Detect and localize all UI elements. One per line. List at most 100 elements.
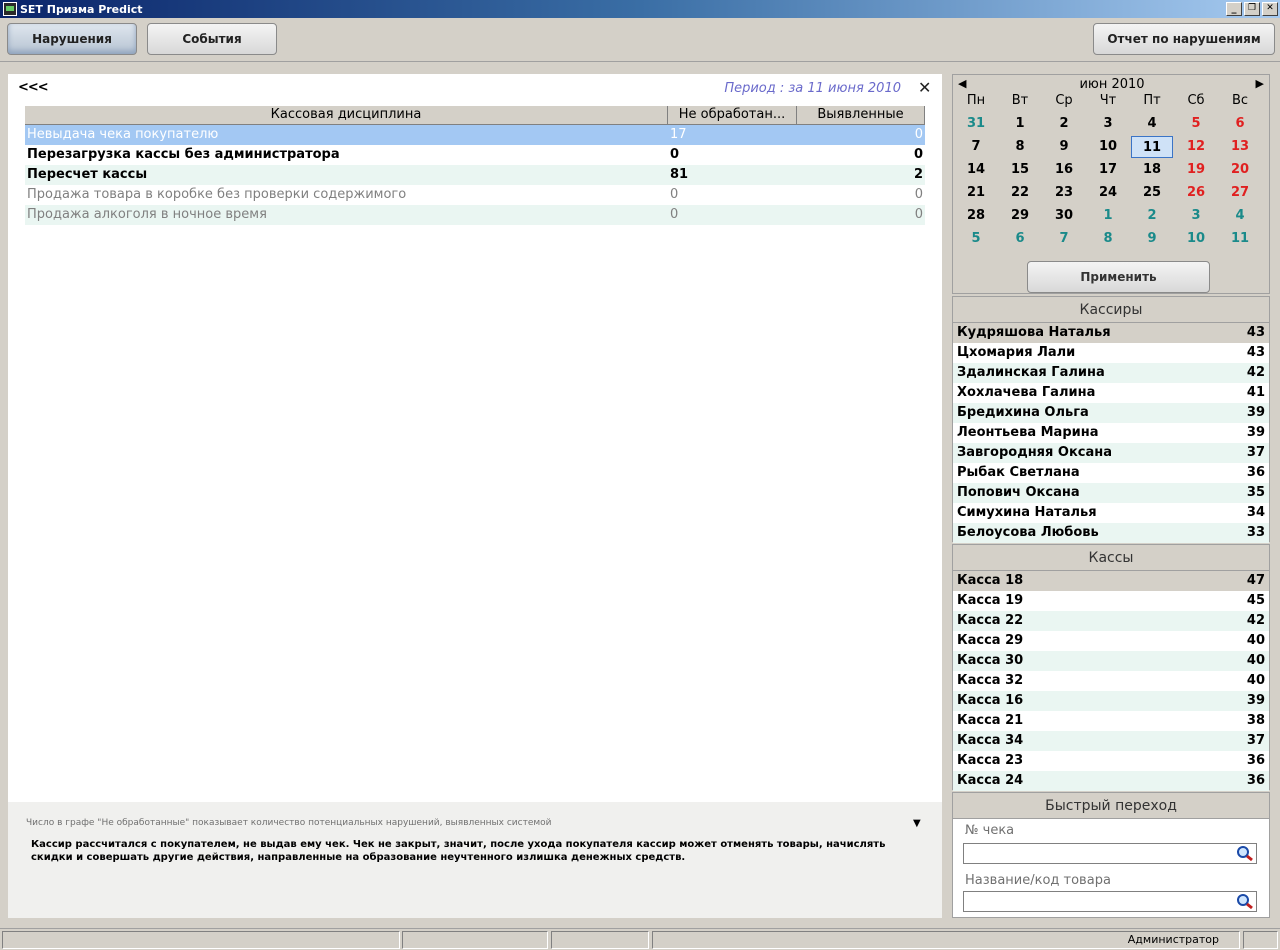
list-item[interactable]: Цхомария Лали 43 [953, 343, 1269, 363]
calendar-day[interactable]: 7 [1044, 228, 1084, 250]
calendar-day[interactable]: 12 [1176, 136, 1216, 158]
calendar-day[interactable]: 19 [1176, 159, 1216, 181]
table-row[interactable]: Перезагрузка кассы без администратора 0 … [25, 145, 925, 165]
list-item[interactable]: Хохлачева Галина 41 [953, 383, 1269, 403]
column-header-found[interactable]: Выявленные [797, 106, 925, 124]
list-item-count: 37 [1246, 445, 1265, 460]
calendar-day[interactable]: 3 [1176, 205, 1216, 227]
calendar-day[interactable]: 30 [1044, 205, 1084, 227]
toolbar: Нарушения События Отчет по нарушениям [0, 18, 1280, 62]
list-item[interactable]: Касса 29 40 [953, 631, 1269, 651]
calendar-day[interactable]: 15 [1000, 159, 1040, 181]
list-item[interactable]: Леонтьева Марина 39 [953, 423, 1269, 443]
list-item[interactable]: Касса 19 45 [953, 591, 1269, 611]
apply-button[interactable]: Применить [1027, 261, 1210, 293]
list-item[interactable]: Касса 30 40 [953, 651, 1269, 671]
minimize-button[interactable]: _ [1226, 2, 1242, 16]
calendar-day[interactable]: 21 [956, 182, 996, 204]
weekday-label: Вт [1011, 93, 1029, 108]
list-item-name: Кудряшова Наталья [957, 325, 1111, 340]
calendar-day[interactable]: 26 [1176, 182, 1216, 204]
calendar-day[interactable]: 29 [1000, 205, 1040, 227]
calendar-day[interactable]: 28 [956, 205, 996, 227]
list-item[interactable]: Касса 32 40 [953, 671, 1269, 691]
calendar-day[interactable]: 17 [1088, 159, 1128, 181]
search-icon[interactable] [1236, 893, 1254, 910]
list-item-name: Леонтьева Марина [957, 425, 1099, 440]
close-window-button[interactable]: ✕ [1262, 2, 1278, 16]
calendar-day[interactable]: 4 [1220, 205, 1260, 227]
calendar-day[interactable]: 22 [1000, 182, 1040, 204]
restore-button[interactable]: ❐ [1244, 2, 1260, 16]
list-item[interactable]: Здалинская Галина 42 [953, 363, 1269, 383]
calendar-day[interactable]: 25 [1132, 182, 1172, 204]
list-item[interactable]: Касса 24 36 [953, 771, 1269, 791]
list-item[interactable]: Касса 16 39 [953, 691, 1269, 711]
calendar-day[interactable]: 11 [1131, 136, 1173, 158]
calendar-day[interactable]: 5 [1176, 113, 1216, 135]
calendar-day[interactable]: 9 [1132, 228, 1172, 250]
list-item[interactable]: Попович Оксана 35 [953, 483, 1269, 503]
violations-button[interactable]: Нарушения [7, 23, 137, 55]
list-item-count: 40 [1246, 673, 1265, 688]
collapse-arrow-icon[interactable]: ▼ [913, 818, 921, 829]
calendar-day[interactable]: 13 [1220, 136, 1260, 158]
calendar-day[interactable]: 10 [1176, 228, 1216, 250]
calendar-day[interactable]: 11 [1220, 228, 1260, 250]
list-item[interactable]: Симухина Наталья 34 [953, 503, 1269, 523]
calendar-day[interactable]: 10 [1088, 136, 1128, 158]
list-item[interactable]: Касса 23 36 [953, 751, 1269, 771]
back-button[interactable]: <<< [18, 80, 49, 95]
table-row[interactable]: Пересчет кассы 81 2 [25, 165, 925, 185]
list-item[interactable]: Касса 21 38 [953, 711, 1269, 731]
window-title: SET Призма Predict [20, 2, 143, 16]
calendar-day[interactable]: 20 [1220, 159, 1260, 181]
search-icon[interactable] [1236, 845, 1254, 862]
calendar-day[interactable]: 2 [1132, 205, 1172, 227]
events-button[interactable]: События [147, 23, 277, 55]
calendar-day[interactable]: 9 [1044, 136, 1084, 158]
calendar-day[interactable]: 1 [1000, 113, 1040, 135]
list-item-count: 39 [1246, 425, 1265, 440]
calendar-day[interactable]: 7 [956, 136, 996, 158]
status-panel-1 [2, 931, 400, 949]
violations-panel: <<< Период : за 11 июня 2010 ✕ Кассовая … [8, 74, 942, 918]
table-row[interactable]: Невыдача чека покупателю 17 0 [25, 125, 925, 145]
calendar-day[interactable]: 8 [1000, 136, 1040, 158]
next-month-icon[interactable]: ▶ [1256, 77, 1264, 90]
list-item[interactable]: Рыбак Светлана 36 [953, 463, 1269, 483]
calendar-day[interactable]: 2 [1044, 113, 1084, 135]
table-row[interactable]: Продажа алкоголя в ночное время 0 0 [25, 205, 925, 225]
list-item[interactable]: Завгородняя Оксана 37 [953, 443, 1269, 463]
column-header-discipline[interactable]: Кассовая дисциплина [25, 106, 668, 124]
violations-report-button[interactable]: Отчет по нарушениям [1093, 23, 1275, 55]
calendar-day[interactable]: 14 [956, 159, 996, 181]
calendar-day[interactable]: 18 [1132, 159, 1172, 181]
list-item-name: Симухина Наталья [957, 505, 1097, 520]
list-item-count: 36 [1246, 753, 1265, 768]
registers-title: Кассы [953, 545, 1269, 571]
list-item[interactable]: Белоусова Любовь 33 [953, 523, 1269, 543]
list-item[interactable]: Касса 22 42 [953, 611, 1269, 631]
receipt-number-input[interactable] [963, 843, 1257, 864]
calendar-day[interactable]: 6 [1000, 228, 1040, 250]
calendar-day[interactable]: 24 [1088, 182, 1128, 204]
calendar-day[interactable]: 6 [1220, 113, 1260, 135]
list-item[interactable]: Касса 34 37 [953, 731, 1269, 751]
calendar-day[interactable]: 1 [1088, 205, 1128, 227]
table-row[interactable]: Продажа товара в коробке без проверки со… [25, 185, 925, 205]
list-item[interactable]: Кудряшова Наталья 43 [953, 323, 1269, 343]
calendar-day[interactable]: 3 [1088, 113, 1128, 135]
calendar-day[interactable]: 23 [1044, 182, 1084, 204]
calendar-day[interactable]: 27 [1220, 182, 1260, 204]
calendar-day[interactable]: 4 [1132, 113, 1172, 135]
list-item[interactable]: Касса 18 47 [953, 571, 1269, 591]
list-item[interactable]: Бредихина Ольга 39 [953, 403, 1269, 423]
product-search-input[interactable] [963, 891, 1257, 912]
column-header-unprocessed[interactable]: Не обработан... [668, 106, 797, 124]
close-icon[interactable]: ✕ [918, 80, 931, 96]
calendar-day[interactable]: 16 [1044, 159, 1084, 181]
calendar-day[interactable]: 8 [1088, 228, 1128, 250]
calendar-day[interactable]: 31 [956, 113, 996, 135]
calendar-day[interactable]: 5 [956, 228, 996, 250]
